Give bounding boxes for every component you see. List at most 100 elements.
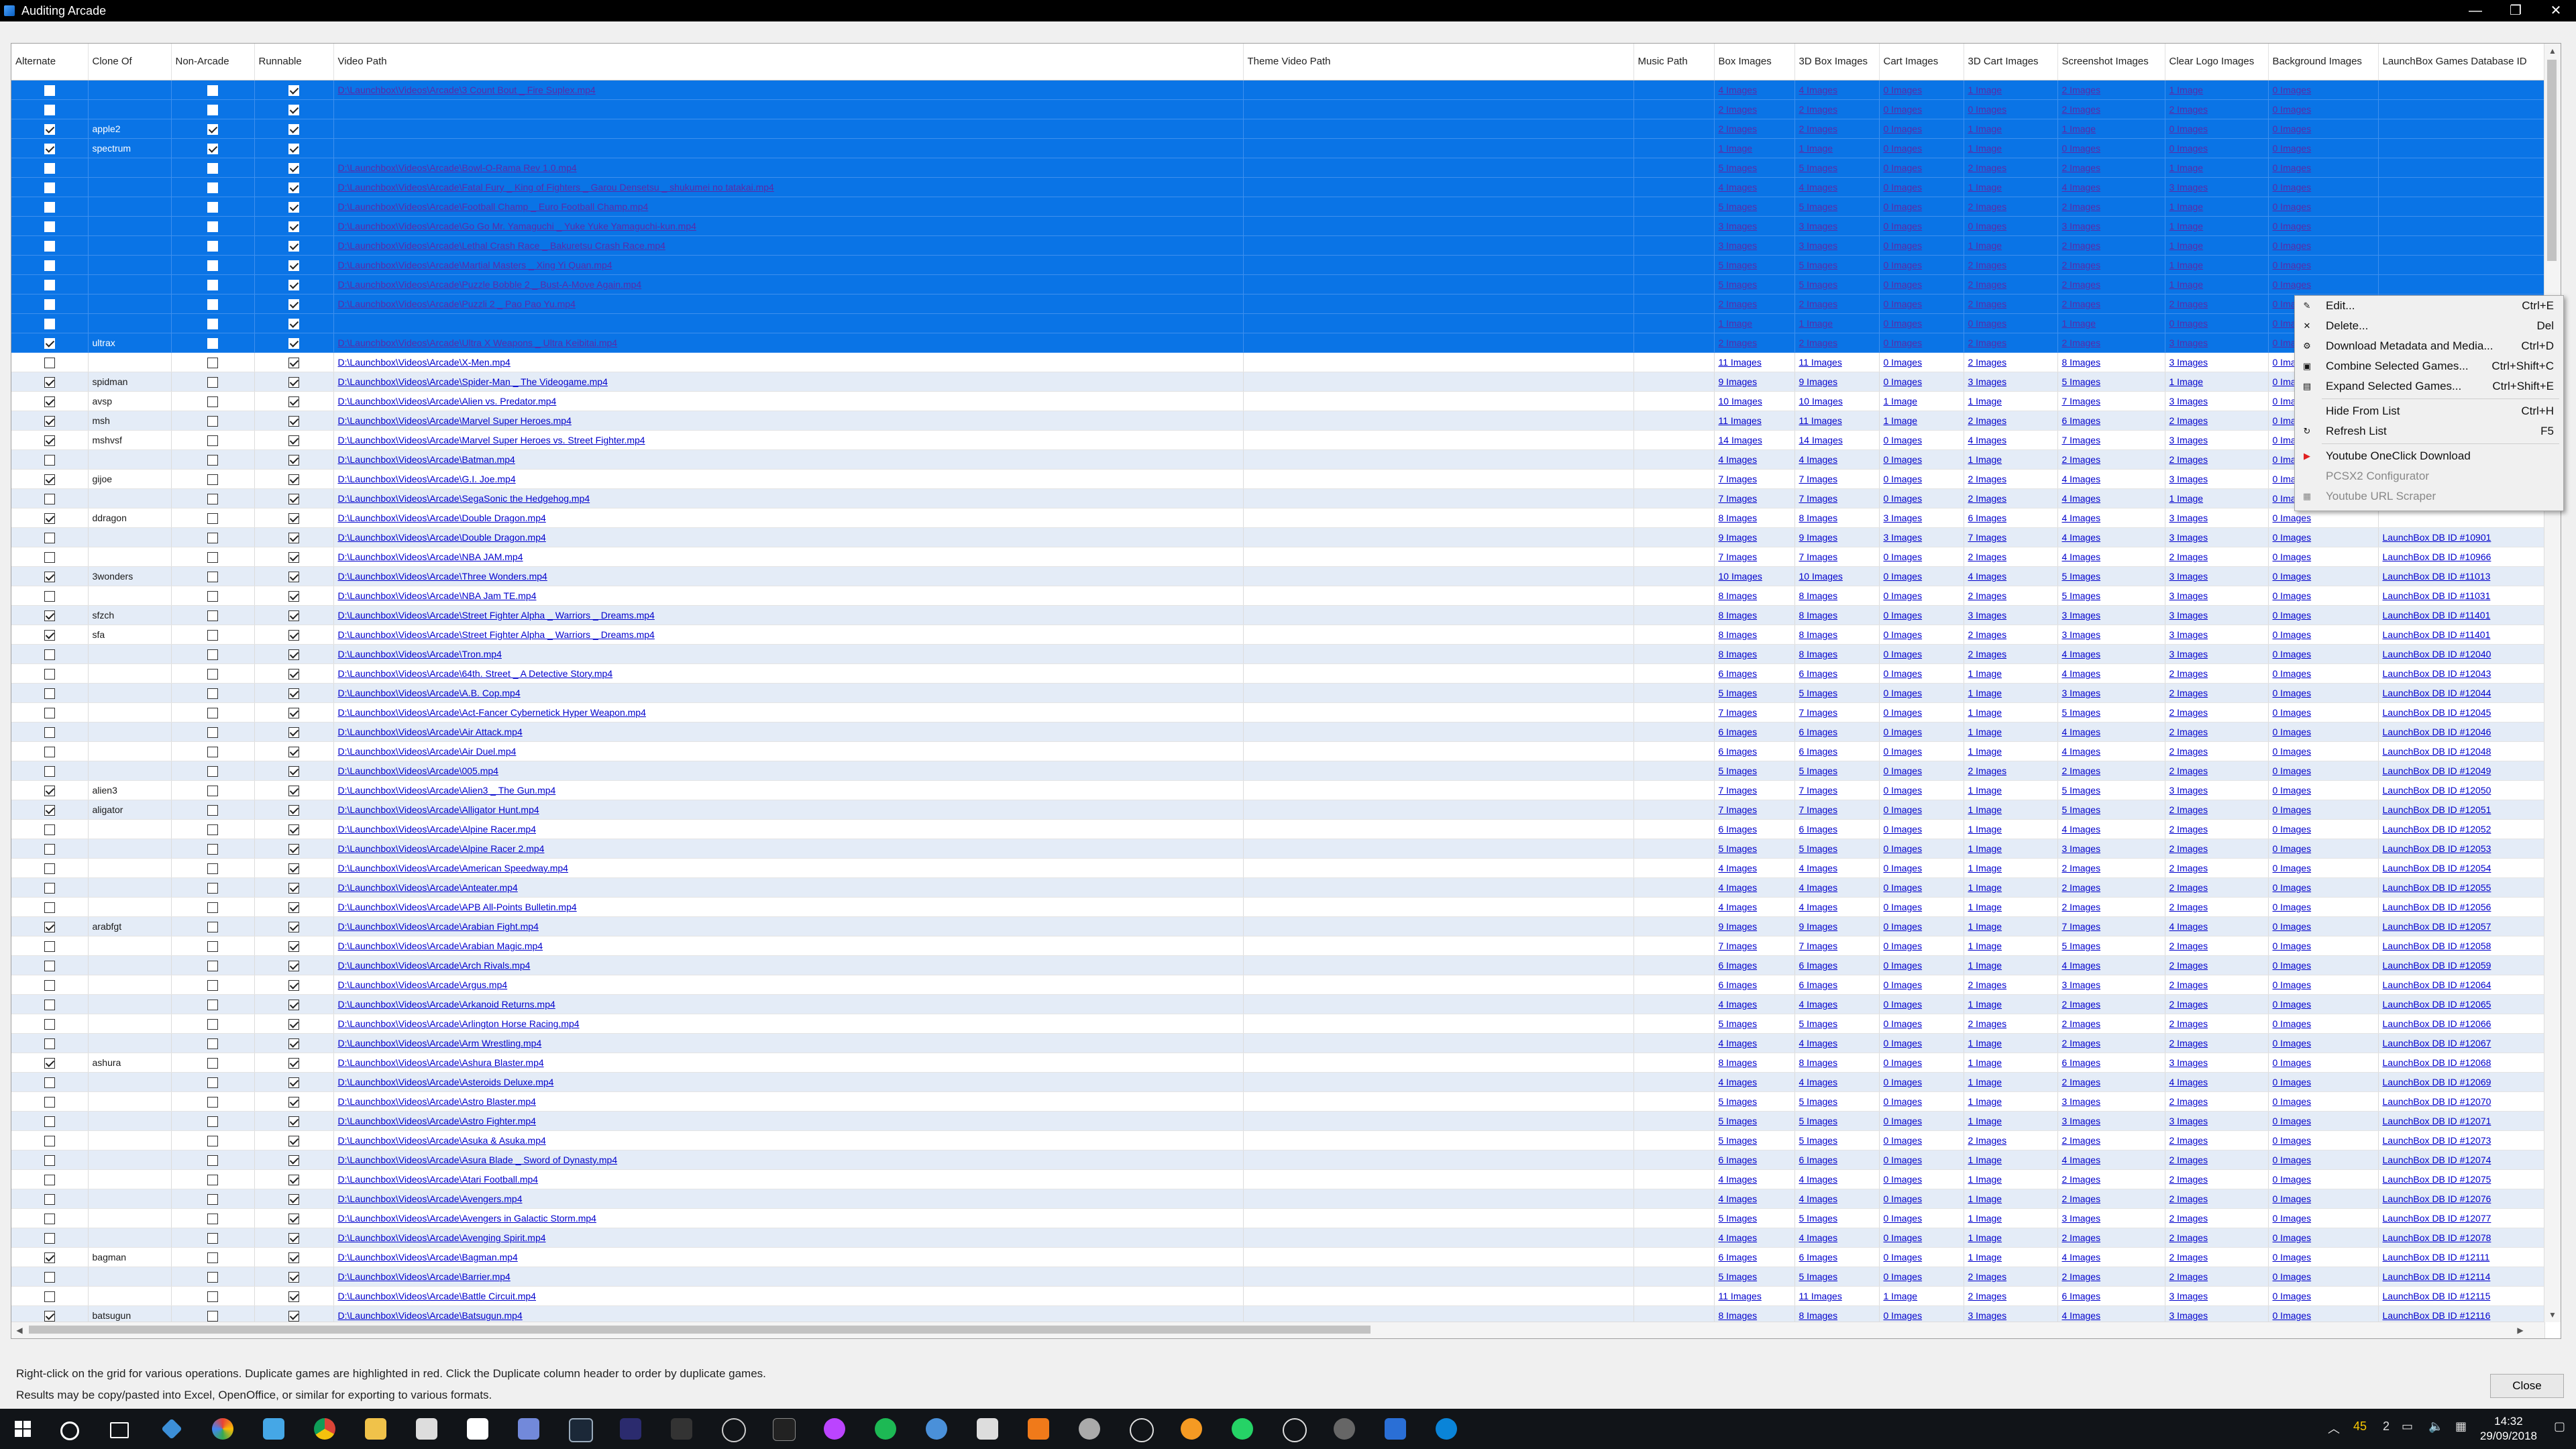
cell-clone[interactable]: mshvsf — [88, 430, 172, 450]
logo-link[interactable]: 3 Images — [2169, 629, 2208, 640]
cell-logo[interactable]: 1 Image — [2165, 235, 2269, 256]
cell-music[interactable] — [1633, 1091, 1715, 1112]
na-checkbox[interactable] — [207, 552, 218, 564]
cell-clone[interactable]: spidman — [88, 372, 172, 392]
na-checkbox[interactable] — [207, 338, 218, 350]
run-checkbox[interactable] — [288, 416, 299, 427]
run-checkbox[interactable] — [288, 630, 299, 641]
shot-link[interactable]: 2 Images — [2062, 240, 2101, 251]
table-row[interactable]: D:\Launchbox\Videos\Arcade\3 Count Bout … — [11, 80, 2545, 100]
cell-box[interactable]: 10 Images — [1714, 566, 1795, 586]
cell-bg[interactable]: 0 Images — [2268, 158, 2379, 178]
shot-link[interactable]: 3 Images — [2062, 688, 2101, 698]
shot-link[interactable]: 4 Images — [2062, 727, 2101, 737]
box-link[interactable]: 2 Images — [1719, 337, 1758, 348]
cell-box3d[interactable]: 7 Images — [1794, 547, 1880, 567]
cell-music[interactable] — [1633, 138, 1715, 158]
cell-bg[interactable]: 0 Images — [2268, 819, 2379, 839]
cell-box3d[interactable]: 6 Images — [1794, 741, 1880, 761]
cart3d-link[interactable]: 2 Images — [1968, 201, 2007, 212]
table-row[interactable]: spidman D:\Launchbox\Videos\Arcade\Spider… — [11, 372, 2545, 392]
cell-theme[interactable] — [1243, 99, 1634, 119]
shot-link[interactable]: 4 Images — [2062, 649, 2101, 659]
logo-link[interactable]: 1 Image — [2169, 85, 2204, 95]
cell-dbid[interactable]: LaunchBox DB ID #12114 — [2378, 1267, 2545, 1287]
video-link[interactable]: D:\Launchbox\Videos\Arcade\Atari Footbal… — [338, 1174, 539, 1185]
na-checkbox[interactable] — [207, 105, 218, 116]
app-icon-2[interactable] — [671, 1418, 692, 1440]
cell-video[interactable]: D:\Launchbox\Videos\Arcade\Avengers in G… — [333, 1208, 1244, 1228]
cell-logo[interactable]: 2 Images — [2165, 936, 2269, 956]
bg-link[interactable]: 0 Images — [2273, 279, 2312, 290]
cell-theme[interactable] — [1243, 1072, 1634, 1092]
cell-theme[interactable] — [1243, 391, 1634, 411]
cell-logo[interactable]: 2 Images — [2165, 897, 2269, 917]
cell-dbid[interactable] — [2378, 197, 2545, 217]
cell-cart3d[interactable]: 1 Image — [1964, 858, 2058, 878]
cell-logo[interactable]: 2 Images — [2165, 800, 2269, 820]
na-checkbox[interactable] — [207, 610, 218, 622]
box-link[interactable]: 9 Images — [1719, 376, 1758, 387]
cell-box[interactable]: 10 Images — [1714, 391, 1795, 411]
cell-cart3d[interactable]: 2 Images — [1964, 1130, 2058, 1150]
cart3d-link[interactable]: 3 Images — [1968, 376, 2007, 387]
logo-link[interactable]: 3 Images — [2169, 1291, 2208, 1301]
box-link[interactable]: 7 Images — [1719, 707, 1758, 718]
cell-cart[interactable]: 0 Images — [1879, 1189, 1964, 1209]
table-row[interactable]: D:\Launchbox\Videos\Arcade\Asura Blade _… — [11, 1150, 2545, 1170]
cell-box3d[interactable]: 4 Images — [1794, 449, 1880, 470]
cell-video[interactable]: D:\Launchbox\Videos\Arcade\Double Dragon… — [333, 527, 1244, 547]
video-link[interactable]: D:\Launchbox\Videos\Arcade\Three Wonders… — [338, 571, 547, 582]
cell-box3d[interactable]: 8 Images — [1794, 1053, 1880, 1073]
cell-cart3d[interactable]: 2 Images — [1964, 488, 2058, 508]
logo-link[interactable]: 3 Images — [2169, 610, 2208, 621]
cell-dbid[interactable]: LaunchBox DB ID #12115 — [2378, 1286, 2545, 1306]
cart3d-link[interactable]: 1 Image — [1968, 85, 2002, 95]
run-checkbox[interactable] — [288, 824, 299, 836]
cell-bg[interactable]: 0 Images — [2268, 663, 2379, 684]
cell-clone[interactable] — [88, 274, 172, 294]
cart-link[interactable]: 0 Images — [1884, 668, 1923, 679]
cart-link[interactable]: 0 Images — [1884, 123, 1923, 134]
cell-cart3d[interactable]: 1 Image — [1964, 702, 2058, 722]
cell-cart3d[interactable]: 2 Images — [1964, 1286, 2058, 1306]
cell-box[interactable]: 5 Images — [1714, 197, 1795, 217]
cart-link[interactable]: 0 Images — [1884, 1038, 1923, 1049]
cell-dbid[interactable]: LaunchBox DB ID #12055 — [2378, 877, 2545, 898]
cell-box3d[interactable]: 5 Images — [1794, 255, 1880, 275]
cell-theme[interactable] — [1243, 333, 1634, 353]
cell-box[interactable]: 2 Images — [1714, 119, 1795, 139]
box3d-link[interactable]: 4 Images — [1799, 1077, 1838, 1087]
cell-music[interactable] — [1633, 527, 1715, 547]
cell-cart3d[interactable]: 6 Images — [1964, 508, 2058, 528]
cell-cart[interactable]: 0 Images — [1879, 1014, 1964, 1034]
alt-checkbox[interactable] — [44, 727, 55, 739]
cell-box3d[interactable]: 2 Images — [1794, 99, 1880, 119]
logo-link[interactable]: 1 Image — [2169, 376, 2204, 387]
maximize-button[interactable]: ❐ — [2496, 0, 2536, 21]
table-row[interactable]: D:\Launchbox\Videos\Arcade\Arlington Hor… — [11, 1014, 2545, 1034]
dbid-link[interactable]: LaunchBox DB ID #12065 — [2383, 999, 2491, 1010]
cell-cart3d[interactable]: 1 Image — [1964, 138, 2058, 158]
cell-dbid[interactable]: LaunchBox DB ID #12043 — [2378, 663, 2545, 684]
box3d-link[interactable]: 5 Images — [1799, 1116, 1838, 1126]
cell-cart3d[interactable]: 2 Images — [1964, 1267, 2058, 1287]
table-row[interactable]: D:\Launchbox\Videos\Arcade\Anteater.mp4 4… — [11, 877, 2545, 898]
cell-shot[interactable]: 4 Images — [2057, 547, 2165, 567]
cell-video[interactable]: D:\Launchbox\Videos\Arcade\Alpine Racer … — [333, 839, 1244, 859]
cell-bg[interactable]: 0 Images — [2268, 235, 2379, 256]
cart-link[interactable]: 0 Images — [1884, 1096, 1923, 1107]
cell-logo[interactable]: 3 Images — [2165, 333, 2269, 353]
cell-shot[interactable]: 2 Images — [2057, 294, 2165, 314]
alt-checkbox[interactable] — [44, 1136, 55, 1147]
cell-shot[interactable]: 2 Images — [2057, 1014, 2165, 1034]
cell-theme[interactable] — [1243, 683, 1634, 703]
na-checkbox[interactable] — [207, 1077, 218, 1089]
alt-checkbox[interactable] — [44, 649, 55, 661]
run-checkbox[interactable] — [288, 980, 299, 991]
box3d-link[interactable]: 4 Images — [1799, 882, 1838, 893]
cell-theme[interactable] — [1243, 430, 1634, 450]
table-row[interactable]: D:\Launchbox\Videos\Arcade\Barrier.mp4 5 … — [11, 1267, 2545, 1287]
cell-video[interactable]: D:\Launchbox\Videos\Arcade\Arabian Fight… — [333, 916, 1244, 936]
cell-dbid[interactable]: LaunchBox DB ID #12064 — [2378, 975, 2545, 995]
